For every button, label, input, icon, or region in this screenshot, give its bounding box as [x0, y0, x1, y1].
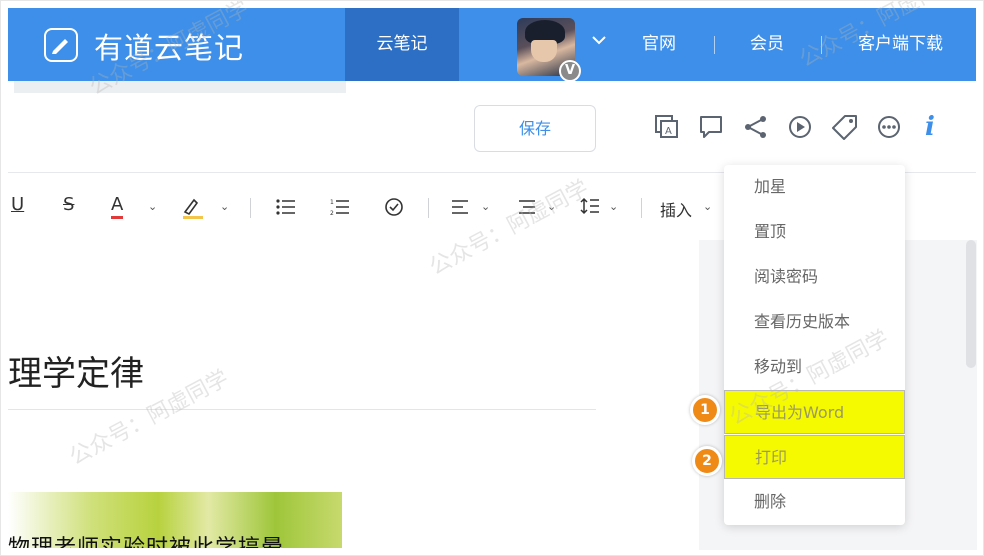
comment-icon[interactable]	[697, 113, 725, 141]
save-button[interactable]: 保存	[474, 105, 596, 152]
note-title[interactable]: 理学定律	[8, 346, 144, 395]
scrollbar[interactable]	[966, 240, 976, 368]
chevron-down-icon[interactable]: ⌄	[609, 200, 618, 213]
nav-official-site[interactable]: 官网	[642, 8, 676, 81]
menu-item-export-word[interactable]: 导出为Word	[724, 390, 905, 434]
more-icon[interactable]	[875, 113, 903, 141]
chevron-down-icon[interactable]: ⌄	[148, 200, 157, 213]
format-divider	[250, 198, 251, 218]
chevron-down-icon[interactable]: ⌄	[703, 200, 712, 213]
bullet-list-icon[interactable]	[276, 198, 296, 216]
chevron-down-icon[interactable]: ⌄	[547, 200, 556, 213]
menu-item-delete[interactable]: 删除	[724, 480, 905, 524]
more-options-menu: 加星 置顶 阅读密码 查看历史版本 移动到 导出为Word 打印 删除	[724, 165, 905, 525]
ocr-icon[interactable]: A	[653, 113, 681, 141]
chevron-down-icon[interactable]: ⌄	[481, 200, 490, 213]
menu-item-star[interactable]: 加星	[724, 165, 905, 209]
numbered-list-icon[interactable]: 1 2	[330, 198, 350, 216]
chevron-down-icon[interactable]: ⌄	[220, 200, 229, 213]
logo-icon[interactable]	[44, 28, 78, 62]
vip-badge: V	[559, 60, 581, 82]
step-badge-2: 2	[692, 446, 722, 476]
font-color-button[interactable]: A	[111, 194, 124, 219]
note-image-caption: 物理老师实验时被此学搞晕	[8, 530, 284, 548]
nav-cloud-notes[interactable]: 云笔记	[345, 8, 459, 81]
app-name[interactable]: 有道云笔记	[94, 25, 244, 67]
share-icon[interactable]	[742, 113, 770, 141]
info-icon[interactable]: i	[925, 113, 953, 141]
menu-item-pin[interactable]: 置顶	[724, 210, 905, 254]
underline-button[interactable]: U	[11, 194, 24, 222]
indent-icon[interactable]	[518, 199, 536, 215]
play-icon[interactable]	[786, 113, 814, 141]
top-nav-bar: 有道云笔记 云笔记 V 官网 会员 客户端下载	[8, 8, 976, 82]
highlight-pen-icon[interactable]	[182, 196, 204, 220]
menu-item-move-to[interactable]: 移动到	[724, 345, 905, 389]
checklist-icon[interactable]	[384, 197, 404, 217]
nav-divider	[821, 36, 822, 54]
svg-text:A: A	[665, 126, 672, 137]
align-icon[interactable]	[451, 199, 469, 215]
nav-membership[interactable]: 会员	[750, 8, 784, 81]
line-height-icon[interactable]	[580, 196, 600, 216]
format-divider	[641, 198, 642, 218]
strikethrough-button[interactable]: S	[63, 194, 74, 222]
menu-item-read-password[interactable]: 阅读密码	[724, 255, 905, 299]
nav-divider	[714, 36, 715, 54]
sidebar-strip	[14, 81, 346, 93]
chevron-down-icon[interactable]	[592, 35, 606, 45]
menu-item-print[interactable]: 打印	[724, 435, 905, 479]
format-divider	[428, 198, 429, 218]
title-divider	[8, 409, 596, 410]
insert-menu-button[interactable]: 插入	[660, 197, 692, 225]
nav-client-download[interactable]: 客户端下载	[858, 8, 943, 81]
step-badge-1: 1	[690, 395, 720, 425]
svg-text:2: 2	[330, 210, 334, 216]
tag-icon[interactable]	[831, 113, 859, 141]
menu-item-history[interactable]: 查看历史版本	[724, 300, 905, 344]
svg-text:1: 1	[330, 199, 334, 206]
note-image[interactable]: 物理老师实验时被此学搞晕	[8, 492, 342, 548]
watermark: 公众号：阿虚同学	[425, 175, 593, 281]
